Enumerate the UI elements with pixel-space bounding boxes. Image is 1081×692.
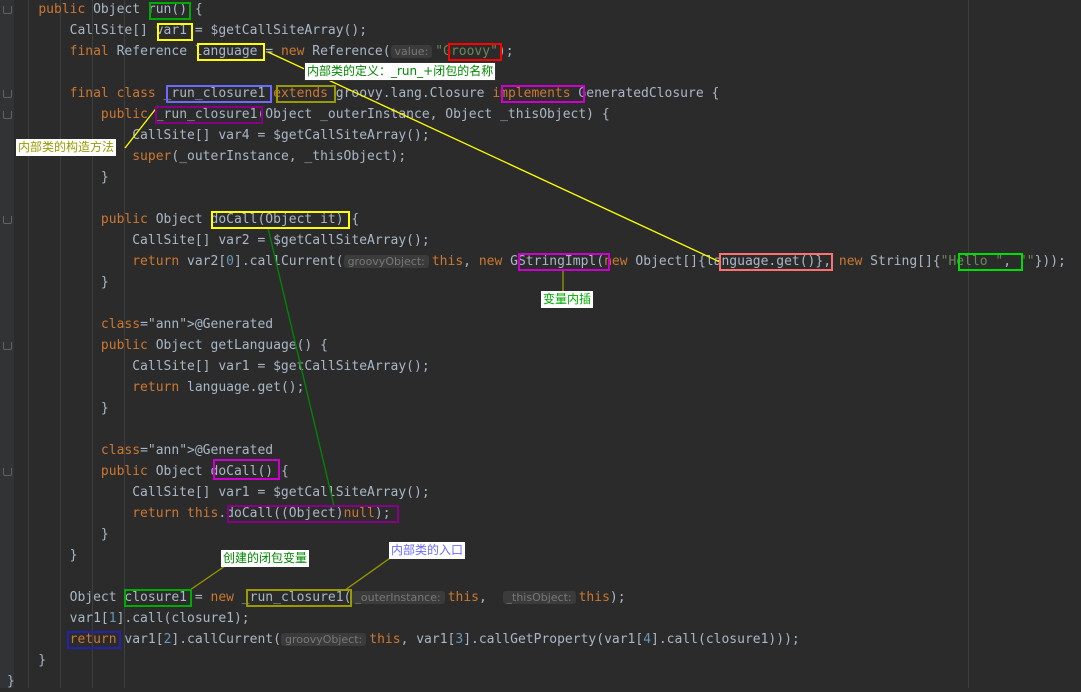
connector-docall bbox=[267, 227, 335, 507]
label-interpolation: 变量内插 bbox=[541, 291, 594, 308]
connector-entry bbox=[344, 555, 394, 591]
connector-inner-class bbox=[267, 51, 721, 263]
label-entry: 内部类的入口 bbox=[389, 542, 466, 559]
label-closure-var: 创建的闭包变量 bbox=[221, 550, 310, 567]
label-inner-class-def: 内部类的定义：_run_+闭包的名称 bbox=[304, 62, 497, 81]
connector-closure-var bbox=[189, 565, 226, 591]
label-constructor: 内部类的构造方法 bbox=[16, 139, 117, 156]
annotation-connectors bbox=[124, 51, 721, 591]
connector-constructor bbox=[124, 105, 159, 149]
